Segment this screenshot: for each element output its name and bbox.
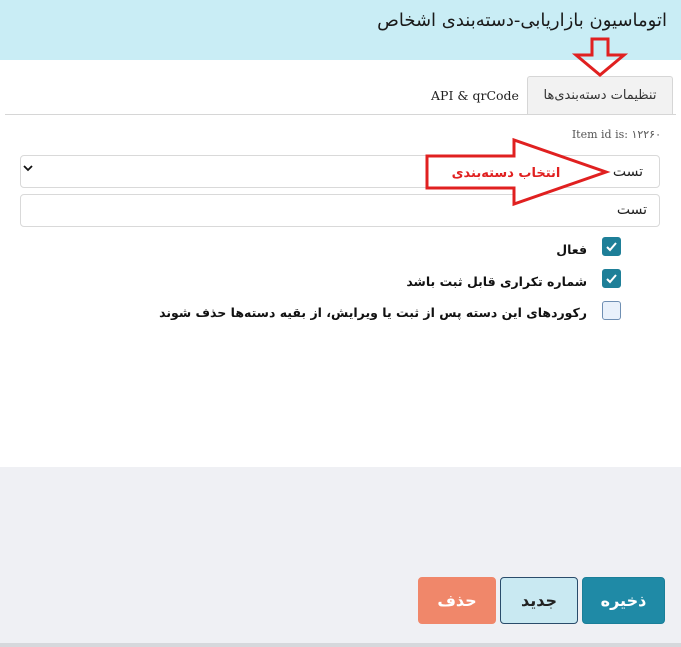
new-button[interactable]: جدید [500,577,578,624]
active-checkbox[interactable] [602,237,621,256]
footer-area [0,467,681,643]
footer-border [0,643,681,647]
name-field[interactable]: تست [20,194,660,227]
active-checkbox-label: فعال [556,242,587,257]
chevron-down-icon [23,162,33,176]
remove-from-other-categories-label: رکوردهای این دسته پس از ثبت یا ویرایش، ا… [159,305,587,320]
check-icon [606,242,617,252]
item-id-label: Item id is: ۱۲۲۶۰ [571,128,661,141]
save-button[interactable]: ذخیره [582,577,665,624]
page-title: اتوماسیون بازاریابی-دسته‌بندی اشخاص [377,10,667,31]
header-bar: اتوماسیون بازاریابی-دسته‌بندی اشخاص [0,0,681,60]
duplicate-number-checkbox[interactable] [602,269,621,288]
tab-category-settings[interactable]: تنظیمات دسته‌بندی‌ها [527,76,673,114]
check-icon [606,274,617,284]
tab-api-qrcode[interactable]: API & qrCode [429,76,521,114]
duplicate-number-checkbox-label: شماره تکراری قابل ثبت باشد [406,274,587,289]
name-field-value: تست [616,202,647,218]
remove-from-other-categories-checkbox[interactable] [602,301,621,320]
tabs-divider [5,114,676,115]
delete-button[interactable]: حذف [418,577,496,624]
category-select[interactable]: تست [20,155,660,188]
category-select-value: تست [612,164,643,180]
